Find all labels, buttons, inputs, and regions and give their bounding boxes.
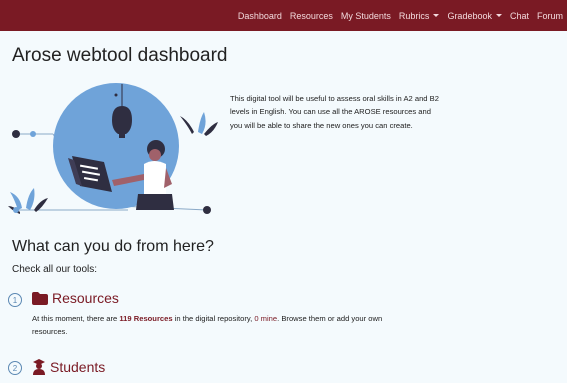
tools-heading: What can you do from here? (12, 238, 214, 255)
nav-forum-label: Forum (536, 10, 563, 21)
resources-tool-title[interactable]: Resources (32, 290, 119, 306)
tools-subheading: Check all our tools: (12, 264, 98, 275)
nav-rubrics-dropdown[interactable]: Rubrics (399, 11, 440, 21)
nav-chat-label: Chat (509, 10, 529, 21)
folder-icon (32, 291, 48, 305)
step-1-number: 1 (12, 295, 18, 305)
nav-gradebook-dropdown[interactable]: Gradebook (447, 11, 502, 21)
nav-forum[interactable]: Forum (537, 11, 563, 21)
step-2-badge: 2 (8, 361, 22, 375)
woman-reading-book-illustration (8, 83, 218, 214)
step-2-number: 2 (12, 363, 18, 373)
top-navbar: Dashboard Resources My Students Rubrics … (0, 0, 567, 31)
step-1-badge: 1 (8, 293, 22, 307)
nav-resources-label: Resources (289, 10, 333, 21)
students-title-text: Students (50, 359, 106, 375)
nav-rubrics-label: Rubrics (398, 10, 430, 21)
nav-my-students-label: My Students (340, 10, 391, 21)
resources-description: At this moment, there are 119 Resources … (32, 312, 402, 338)
graduate-user-icon (32, 359, 46, 375)
caret-down-icon (495, 14, 502, 17)
resources-count-link[interactable]: 119 Resources (119, 314, 172, 323)
page-title: Arose webtool dashboard (12, 45, 228, 66)
nav-gradebook-label: Gradebook (447, 10, 492, 21)
mine-resources-link[interactable]: 0 mine (254, 314, 277, 323)
nav-chat[interactable]: Chat (510, 11, 529, 21)
nav-dashboard[interactable]: Dashboard (238, 11, 282, 21)
resources-title-text: Resources (52, 290, 119, 306)
nav-resources[interactable]: Resources (290, 11, 333, 21)
caret-down-icon (433, 14, 440, 17)
resources-desc-mid: in the digital repository, (172, 314, 255, 323)
intro-text: This digital tool will be useful to asse… (230, 94, 439, 130)
students-tool-title[interactable]: Students (32, 359, 105, 375)
resources-desc-prefix: At this moment, there are (32, 314, 120, 323)
nav-dashboard-label: Dashboard (237, 10, 282, 21)
nav-my-students[interactable]: My Students (341, 11, 391, 21)
